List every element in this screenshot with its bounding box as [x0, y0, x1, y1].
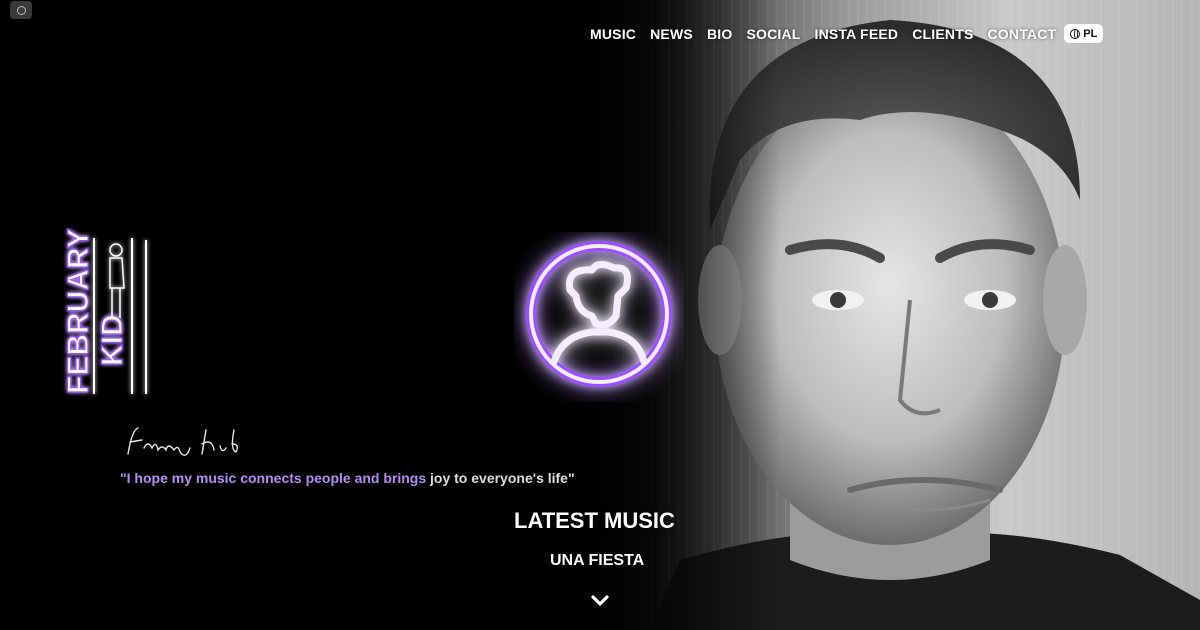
avatar-icon [526, 241, 672, 387]
latest-music-heading: LATEST MUSIC [514, 508, 675, 533]
nav-item-social[interactable]: SOCIAL [746, 26, 800, 42]
main-nav: MUSIC NEWS BIO SOCIAL INSTA FEED CLIENTS… [590, 24, 1104, 43]
nav-item-bio[interactable]: BIO [707, 26, 733, 42]
logo-word-kid: KID [96, 314, 129, 366]
globe-icon [1070, 28, 1081, 39]
nav-item-clients[interactable]: CLIENTS [912, 26, 973, 42]
language-label: PL [1083, 27, 1098, 40]
signature-graphic [127, 427, 239, 456]
signature [122, 420, 252, 469]
nav-item-music[interactable]: MUSIC [590, 26, 636, 42]
logo-word-february: FEBRUARY [62, 228, 95, 394]
chevron-down-icon[interactable] [589, 593, 611, 609]
language-switch[interactable]: PL [1064, 24, 1104, 43]
nav-item-contact[interactable]: CONTACT [988, 26, 1057, 42]
menu-circle-icon[interactable] [10, 1, 32, 19]
nav-item-news[interactable]: NEWS [650, 26, 693, 42]
artist-quote: "I hope my music connects people and bri… [120, 470, 575, 486]
quote-rest: joy to everyone's life" [430, 470, 575, 486]
quote-highlight: "I hope my music connects people and bri… [120, 470, 431, 486]
latest-track-title[interactable]: UNA FIESTA [550, 552, 644, 570]
logo-mark: FEBRUARY KID [61, 228, 147, 395]
nav-item-insta-feed[interactable]: INSTA FEED [815, 26, 899, 42]
avatar-badge[interactable] [514, 232, 684, 402]
site-logo[interactable]: FEBRUARY KID [54, 228, 154, 398]
